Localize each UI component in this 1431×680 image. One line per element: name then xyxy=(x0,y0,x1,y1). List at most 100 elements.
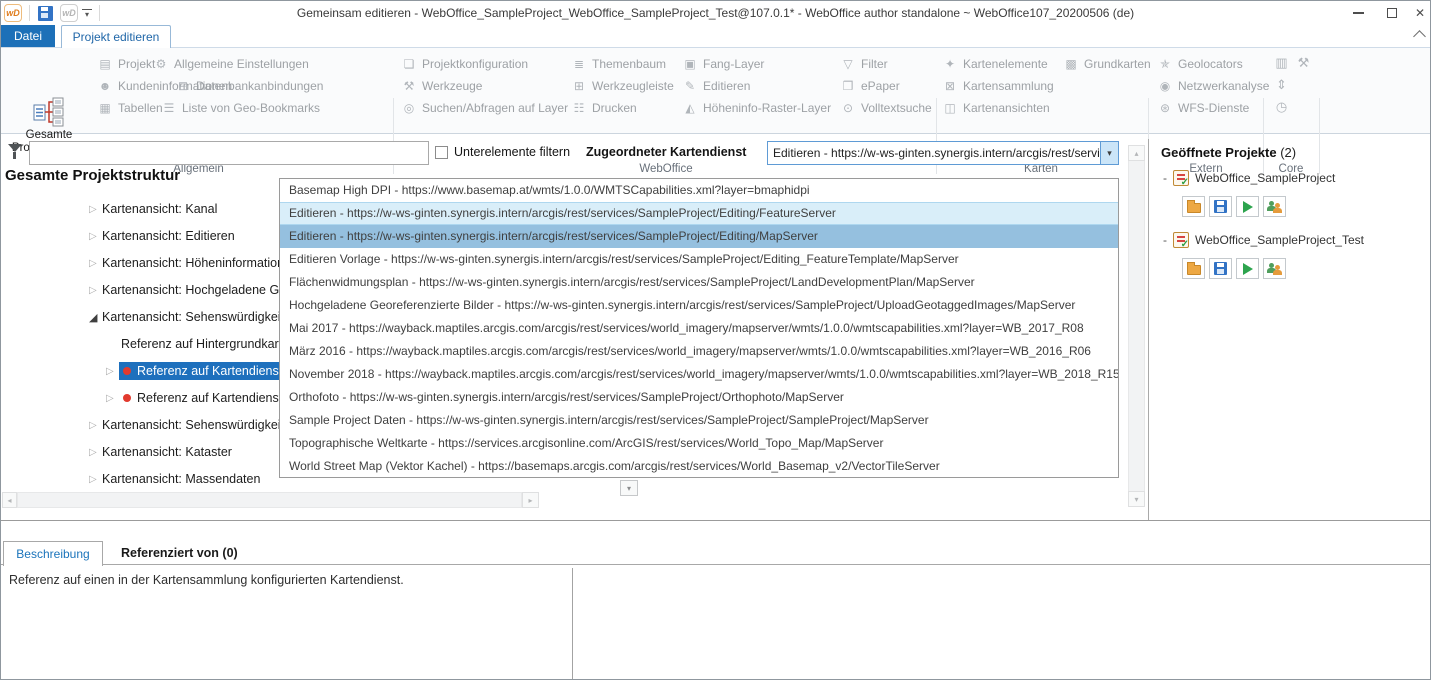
tree-collapsed-icon[interactable]: ▷ xyxy=(89,420,102,431)
ribbon-item-drucken[interactable]: ☷Drucken xyxy=(571,99,637,116)
tree-item-sehenswuerdigkeiten-2[interactable]: ▷Kartenansicht: Sehenswürdigkeite xyxy=(89,416,291,434)
save-project-button[interactable] xyxy=(1209,258,1232,279)
customer-info-icon: ☻ xyxy=(97,79,113,93)
collapse-ribbon-button[interactable] xyxy=(1415,32,1424,41)
dropdown-item[interactable]: Topographische Weltkarte - https://servi… xyxy=(280,432,1118,455)
tree-collapsed-icon[interactable]: ▷ xyxy=(89,285,102,296)
ribbon-item-projekt[interactable]: ▤Projekt xyxy=(97,55,155,72)
minimize-button[interactable] xyxy=(1347,3,1369,23)
tab-beschreibung[interactable]: Beschreibung xyxy=(3,541,103,566)
ribbon-item-wfs-dienste[interactable]: ⊛WFS-Dienste xyxy=(1157,99,1249,116)
qat-app-icon[interactable]: wD xyxy=(60,4,78,22)
tree-collapsed-icon[interactable]: ▷ xyxy=(89,231,102,242)
maximize-button[interactable] xyxy=(1381,3,1403,23)
publish-project-button[interactable] xyxy=(1263,196,1286,217)
start-project-button[interactable] xyxy=(1236,258,1259,279)
scroll-up-button[interactable]: ▴ xyxy=(1128,145,1145,161)
ribbon-item-editieren[interactable]: ✎Editieren xyxy=(682,77,750,94)
ribbon-item-allgemeine-einstellungen[interactable]: ⚙Allgemeine Einstellungen xyxy=(153,55,309,72)
tree-collapsed-icon[interactable]: ▷ xyxy=(89,258,102,269)
dropdown-item[interactable]: Editieren Vorlage - https://w-ws-ginten.… xyxy=(280,248,1118,271)
core-wrench-icon[interactable]: ⚒ xyxy=(1295,55,1312,71)
tab-projekt-editieren[interactable]: Projekt editieren xyxy=(61,25,171,48)
project-entry[interactable]: - WebOffice_SampleProject_Test xyxy=(1163,232,1364,248)
open-project-button[interactable] xyxy=(1182,258,1205,279)
chevron-down-icon: ▾ xyxy=(1107,148,1112,159)
core-ruler-icon[interactable]: ▥ xyxy=(1273,55,1290,71)
ribbon-item-suchen-abfragen[interactable]: ◎Suchen/Abfragen auf Layer xyxy=(401,99,568,116)
dropdown-item[interactable]: Hochgeladene Georeferenzierte Bilder - h… xyxy=(280,294,1118,317)
ribbon-item-datenbankanbindungen[interactable]: ⊟Datenbankanbindungen xyxy=(175,77,323,94)
tree-collapsed-icon[interactable]: ▷ xyxy=(106,393,119,404)
filter-input[interactable] xyxy=(29,141,429,165)
collapse-icon[interactable]: - xyxy=(1163,171,1167,185)
ribbon-item-grundkarten[interactable]: ▩Grundkarten xyxy=(1063,55,1151,72)
dropdown-item[interactable]: November 2018 - https://wayback.maptiles… xyxy=(280,363,1118,386)
combobox-dropdown-button[interactable]: ▾ xyxy=(1100,142,1118,164)
ribbon-item-kartenansichten[interactable]: ◫Kartenansichten xyxy=(942,99,1050,116)
scroll-right-button[interactable]: ▸ xyxy=(522,492,539,508)
open-project-button[interactable] xyxy=(1182,196,1205,217)
tree-item-kataster[interactable]: ▷Kartenansicht: Kataster xyxy=(89,443,232,461)
collapse-icon[interactable]: - xyxy=(1163,233,1167,247)
tree-collapsed-icon[interactable]: ▷ xyxy=(89,474,102,485)
dropdown-item[interactable]: Orthofoto - https://w-ws-ginten.synergis… xyxy=(280,386,1118,409)
tree-collapsed-icon[interactable]: ▷ xyxy=(106,366,119,377)
tab-referenziert-von[interactable]: Referenziert von (0) xyxy=(121,546,238,560)
ribbon-item-volltextsuche[interactable]: ⊙Volltextsuche xyxy=(840,99,932,116)
dropdown-item[interactable]: Sample Project Daten - https://w-ws-gint… xyxy=(280,409,1118,432)
dropdown-item-hovered[interactable]: Editieren - https://w-ws-ginten.synergis… xyxy=(280,202,1118,225)
app-logo-icon[interactable]: wD xyxy=(4,4,22,22)
tree-item-referenz-kartendienst-selected[interactable]: ▷ Referenz auf Kartendienst d xyxy=(106,362,299,380)
ribbon-item-werkzeuge[interactable]: ⚒Werkzeuge xyxy=(401,77,482,94)
tree-expanded-icon[interactable]: ◢ xyxy=(89,311,102,324)
ribbon-item-geo-bookmarks[interactable]: ☰Liste von Geo-Bookmarks xyxy=(161,99,320,116)
tree-item-hochgeladene-geo[interactable]: ▷Kartenansicht: Hochgeladene Geo xyxy=(89,281,293,299)
ribbon-item-kartensammlung[interactable]: ⊠Kartensammlung xyxy=(942,77,1054,94)
qat-customize-icon[interactable]: ▾ xyxy=(82,9,92,19)
scroll-left-button[interactable]: ◂ xyxy=(2,492,17,508)
tree-horizontal-scrollbar[interactable] xyxy=(17,492,522,508)
ribbon-item-fang-layer[interactable]: ▣Fang-Layer xyxy=(682,55,764,72)
dropdown-item[interactable]: Mai 2017 - https://wayback.maptiles.arcg… xyxy=(280,317,1118,340)
publish-project-button[interactable] xyxy=(1263,258,1286,279)
quick-save-button[interactable] xyxy=(38,6,53,21)
ribbon-item-netzwerkanalyse[interactable]: ◉Netzwerkanalyse xyxy=(1157,77,1269,94)
tree-item-kanal[interactable]: ▷Kartenansicht: Kanal xyxy=(89,200,217,218)
tab-datei[interactable]: Datei xyxy=(1,25,55,47)
ribbon-item-werkzeugleiste[interactable]: ⊞Werkzeugleiste xyxy=(571,77,674,94)
ribbon-item-projektkonfiguration[interactable]: ❏Projektkonfiguration xyxy=(401,55,528,72)
tree-item-referenz-hintergrundkarte[interactable]: Referenz auf Hintergrundkarte xyxy=(121,335,289,353)
dropdown-item[interactable]: Basemap High DPI - https://www.basemap.a… xyxy=(280,179,1118,202)
tree-item-referenz-kartendienst[interactable]: ▷ Referenz auf Kartendienst d xyxy=(106,389,293,407)
save-project-button[interactable] xyxy=(1209,196,1232,217)
ribbon-item-tabellen[interactable]: ▦Tabellen xyxy=(97,99,163,116)
tree-collapsed-icon[interactable]: ▷ xyxy=(89,204,102,215)
dropdown-item[interactable]: Flächenwidmungsplan - https://w-ws-ginte… xyxy=(280,271,1118,294)
form-combobox-arrow-button[interactable]: ▾ xyxy=(620,480,638,496)
unterelemente-checkbox[interactable] xyxy=(435,146,448,159)
scroll-down-button[interactable]: ▾ xyxy=(1128,491,1145,507)
main-vertical-scrollbar[interactable] xyxy=(1128,145,1145,507)
dropdown-item[interactable]: März 2016 - https://wayback.maptiles.arc… xyxy=(280,340,1118,363)
ribbon-item-epaper[interactable]: ❒ePaper xyxy=(840,77,900,94)
description-text: Referenz auf einen in der Kartensammlung… xyxy=(9,573,404,587)
tree-item-massendaten[interactable]: ▷Kartenansicht: Massendaten xyxy=(89,470,260,488)
close-button[interactable]: ✕ xyxy=(1409,3,1431,23)
tree-item-editieren[interactable]: ▷Kartenansicht: Editieren xyxy=(89,227,235,245)
core-clock-icon[interactable]: ◷ xyxy=(1273,99,1290,115)
tree-item-sehenswuerdigkeiten[interactable]: ◢Kartenansicht: Sehenswürdigkeite xyxy=(89,308,291,326)
ribbon-item-kartenelemente[interactable]: ✦Kartenelemente xyxy=(942,55,1048,72)
ribbon-item-hoeheninfo[interactable]: ◭Höheninfo-Raster-Layer xyxy=(682,99,831,116)
start-project-button[interactable] xyxy=(1236,196,1259,217)
dropdown-item-selected[interactable]: Editieren - https://w-ws-ginten.synergis… xyxy=(280,225,1118,248)
project-entry[interactable]: - WebOffice_SampleProject xyxy=(1163,170,1335,186)
ribbon-item-geolocators[interactable]: ✯Geolocators xyxy=(1157,55,1243,72)
ribbon-item-filter[interactable]: ▽Filter xyxy=(840,55,888,72)
core-slider-icon[interactable]: ⇕ xyxy=(1273,77,1290,93)
dropdown-item[interactable]: World Street Map (Vektor Kachel) - https… xyxy=(280,455,1118,478)
tree-collapsed-icon[interactable]: ▷ xyxy=(89,447,102,458)
ribbon-item-themenbaum[interactable]: ≣Themenbaum xyxy=(571,55,666,72)
kartendienst-combobox[interactable]: Editieren - https://w-ws-ginten.synergis… xyxy=(767,141,1119,165)
tree-item-hoeheninformation[interactable]: ▷Kartenansicht: Höheninformation xyxy=(89,254,284,272)
